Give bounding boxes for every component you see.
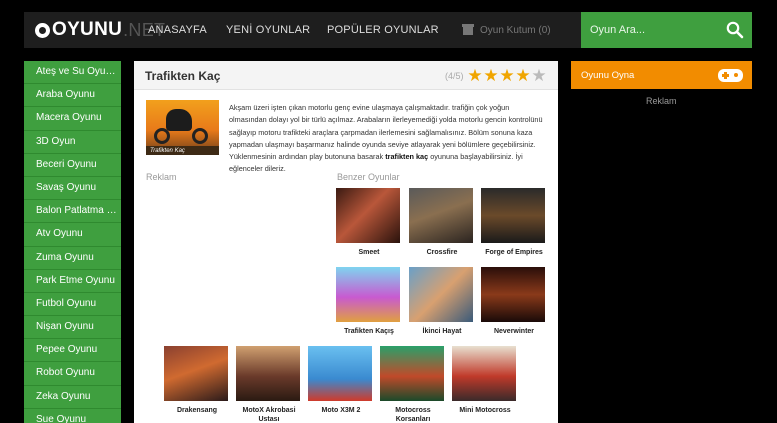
similar-game-title[interactable]: Trafikten Kaçış: [336, 327, 402, 336]
game-title: Trafikten Kaç: [145, 69, 221, 83]
similar-game-card[interactable]: Moto X3M 2: [308, 346, 374, 415]
similar-game-card[interactable]: MotoX Akrobasi Ustası: [236, 346, 302, 423]
sidebar-item[interactable]: Atv Oyunu: [24, 223, 121, 247]
similar-game-card[interactable]: Mini Motocross: [452, 346, 518, 415]
armored-knight-thumbnail[interactable]: [164, 346, 228, 401]
thumbnail-label: Trafikten Kaç: [150, 148, 185, 154]
star-icon[interactable]: ★: [531, 67, 547, 84]
description-bold: trafikten kaç: [385, 152, 429, 162]
gamepad-icon: [718, 69, 743, 82]
sidebar-item[interactable]: Futbol Oyunu: [24, 292, 121, 317]
similar-game-title[interactable]: Neverwinter: [481, 327, 547, 336]
sidebar-item[interactable]: 3D Oyun: [24, 130, 121, 154]
similar-game-title[interactable]: Moto X3M 2: [308, 406, 374, 415]
similar-game-title[interactable]: Mini Motocross: [452, 406, 518, 415]
sidebar-item[interactable]: Zuma Oyunu: [24, 246, 121, 270]
page: OYUNU .NET ANASAYFA YENİ OYUNLAR POPÜLER…: [0, 0, 777, 423]
similar-game-title[interactable]: Motocross Korsanları: [380, 406, 446, 423]
similar-game-card[interactable]: Motocross Korsanları: [380, 346, 446, 423]
motocross-rider-thumbnail[interactable]: [236, 346, 300, 401]
sidebar-item[interactable]: Beceri Oyunu: [24, 153, 121, 177]
rating-stars[interactable]: ★ ★ ★ ★ ★: [467, 67, 547, 84]
nav-popular-games[interactable]: POPÜLER OYUNLAR: [327, 12, 439, 48]
sidebar-item[interactable]: Balon Patlatma Oyunu: [24, 200, 121, 224]
logo-text: OYUNU: [52, 19, 123, 40]
logo-ring-icon: [35, 22, 50, 38]
sidebar-item[interactable]: Savaş Oyunu: [24, 176, 121, 201]
sidebar-item[interactable]: Nişan Oyunu: [24, 316, 121, 340]
sidebar-item[interactable]: Pepee Oyunu: [24, 339, 121, 363]
category-sidebar: Ateş ve Su Oyunları Araba Oyunu Macera Oyu…: [24, 61, 121, 423]
mini-bike-thumbnail[interactable]: [452, 346, 516, 401]
soldiers-thumbnail[interactable]: [409, 188, 473, 243]
search-box: [581, 12, 752, 48]
sidebar-item[interactable]: Araba Oyunu: [24, 84, 121, 108]
similar-game-title[interactable]: MotoX Akrobasi Ustası: [236, 406, 302, 423]
game-box-label: Oyun Kutum (0): [480, 24, 551, 36]
sidebar-item[interactable]: Park Etme Oyunu: [24, 269, 121, 293]
nav-popular-games-link[interactable]: POPÜLER OYUNLAR: [327, 24, 439, 36]
similar-game-card[interactable]: İkinci Hayat: [409, 267, 475, 336]
search-button[interactable]: [718, 12, 752, 48]
top-header: OYUNU .NET ANASAYFA YENİ OYUNLAR POPÜLER…: [24, 12, 752, 48]
wheel-shape: [154, 128, 170, 144]
game-thumbnail[interactable]: Trafikten Kaç: [146, 100, 219, 155]
similar-game-card[interactable]: Drakensang: [164, 346, 230, 415]
star-icon[interactable]: ★: [499, 67, 515, 84]
similar-game-card[interactable]: Crossfire: [409, 188, 475, 257]
star-icon[interactable]: ★: [467, 67, 483, 84]
rating-text: (4/5): [445, 71, 464, 81]
game-box-link[interactable]: Oyun Kutum (0): [462, 12, 551, 48]
nav-home[interactable]: ANASAYFA: [148, 12, 207, 48]
pirate-bike-thumbnail[interactable]: [380, 346, 444, 401]
similar-game-card[interactable]: Trafikten Kaçış: [336, 267, 402, 336]
similar-game-card[interactable]: Smeet: [336, 188, 402, 257]
similar-game-title[interactable]: Forge of Empires: [481, 248, 547, 257]
similar-game-card[interactable]: Forge of Empires: [481, 188, 547, 257]
similar-game-card[interactable]: Neverwinter: [481, 267, 547, 336]
game-title-bar: Trafikten Kaç (4/5) ★ ★ ★ ★ ★: [134, 61, 558, 90]
star-icon[interactable]: ★: [515, 67, 531, 84]
couple-beach-thumbnail[interactable]: [409, 267, 473, 322]
stunt-bike-thumbnail[interactable]: [308, 346, 372, 401]
ad-label-left: Reklam: [146, 172, 177, 182]
sidebar-item[interactable]: Robot Oyunu: [24, 362, 121, 386]
sidebar-item[interactable]: Macera Oyunu: [24, 107, 121, 131]
gamepad-button-dot: [734, 73, 738, 77]
sidebar-item[interactable]: Sue Oyunu: [24, 408, 121, 423]
warrior-oyna-badge-thumbnail[interactable]: [481, 188, 545, 243]
motorbike-thumbnail[interactable]: [336, 267, 400, 322]
star-icon[interactable]: ★: [483, 67, 499, 84]
fantasy-warrior-thumbnail[interactable]: [481, 267, 545, 322]
game-panel: Trafikten Kaç (4/5) ★ ★ ★ ★ ★ Trafikten Kaç …: [134, 61, 558, 423]
archive-box-icon: [462, 23, 474, 35]
couple-scene-thumbnail[interactable]: [336, 188, 400, 243]
sidebar-item[interactable]: Zeka Oyunu: [24, 385, 121, 409]
wheel-shape: [192, 128, 208, 144]
ad-label-right: Reklam: [646, 96, 677, 106]
nav-new-games-link[interactable]: YENİ OYUNLAR: [226, 24, 310, 36]
nav-home-link[interactable]: ANASAYFA: [148, 24, 207, 36]
game-description: Akşam üzeri işten çıkan motorlu genç evi…: [229, 102, 547, 176]
search-input[interactable]: [581, 12, 721, 48]
search-icon: [726, 21, 744, 39]
rider-shape: [166, 109, 192, 131]
similar-game-title[interactable]: Drakensang: [164, 406, 230, 415]
sidebar-item[interactable]: Ateş ve Su Oyunları: [24, 61, 121, 85]
similar-game-title[interactable]: Smeet: [336, 248, 402, 257]
play-game-button[interactable]: Oyunu Oyna: [571, 61, 752, 89]
play-game-label: Oyunu Oyna: [581, 69, 635, 81]
similar-games-heading: Benzer Oyunlar: [337, 172, 400, 182]
nav-new-games[interactable]: YENİ OYUNLAR: [226, 12, 310, 48]
similar-game-title[interactable]: İkinci Hayat: [409, 327, 475, 336]
site-logo[interactable]: OYUNU .NET: [35, 19, 165, 41]
similar-game-title[interactable]: Crossfire: [409, 248, 475, 257]
